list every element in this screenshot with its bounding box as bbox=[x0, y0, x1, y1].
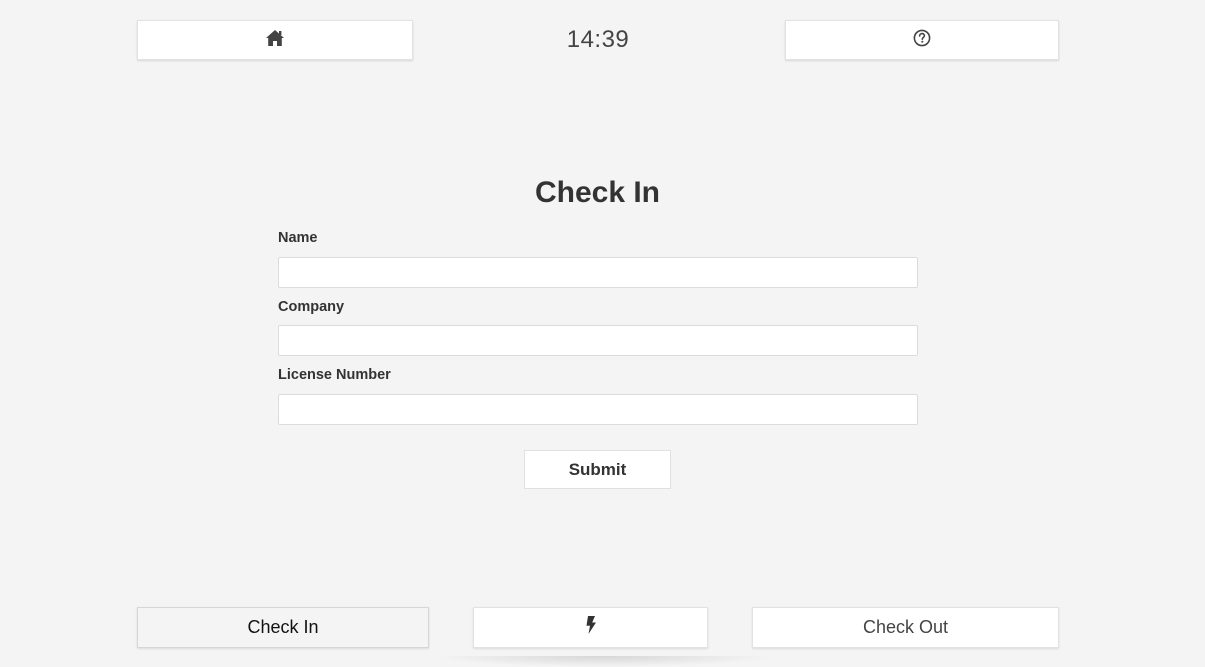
question-circle-icon bbox=[913, 29, 931, 52]
tab-check-in[interactable]: Check In bbox=[137, 607, 429, 648]
license-number-field[interactable] bbox=[278, 394, 918, 425]
company-label: Company bbox=[278, 299, 345, 315]
tab-check-in-label: Check In bbox=[247, 617, 319, 637]
clock-display: 14:39 bbox=[566, 26, 630, 53]
home-icon bbox=[265, 29, 285, 52]
company-field[interactable] bbox=[278, 325, 918, 356]
quick-action-button[interactable] bbox=[473, 607, 708, 648]
name-label: Name bbox=[278, 230, 318, 246]
bottom-drawer-shadow bbox=[430, 656, 775, 667]
check-in-screen: 14:39 Check In Name Company License Numb… bbox=[0, 0, 1205, 667]
tab-check-out-label: Check Out bbox=[862, 617, 949, 637]
bolt-icon bbox=[585, 616, 597, 639]
submit-button[interactable]: Submit bbox=[524, 450, 671, 489]
page-title: Check In bbox=[534, 176, 661, 209]
home-button[interactable] bbox=[137, 20, 413, 60]
license-number-label: License Number bbox=[278, 367, 391, 383]
name-field[interactable] bbox=[278, 257, 918, 288]
tab-check-out[interactable]: Check Out bbox=[752, 607, 1059, 648]
help-button[interactable] bbox=[785, 20, 1059, 60]
